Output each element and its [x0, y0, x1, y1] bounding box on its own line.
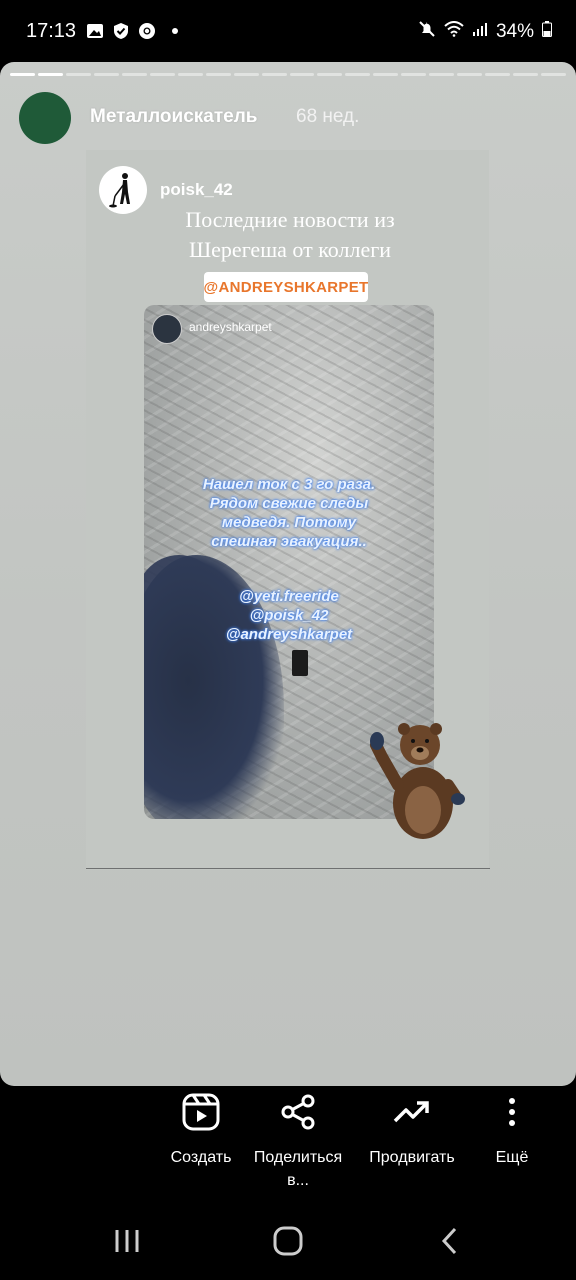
account-name[interactable]: Металлоискатель [90, 106, 257, 128]
shared-user-avatar[interactable] [99, 166, 147, 214]
progress-segment [457, 73, 483, 76]
back-icon [441, 1227, 457, 1255]
notification-icons [86, 22, 178, 40]
inner-tag: @yeti.freeride [239, 588, 339, 605]
reels-icon [182, 1093, 220, 1131]
inner-user-avatar [152, 314, 182, 344]
mention-sticker[interactable]: @ANDREYSHKARPET [204, 272, 368, 302]
share-icon [281, 1094, 315, 1130]
clock: 17:13 [26, 20, 77, 42]
progress-segment [317, 73, 343, 76]
progress-segment [121, 73, 147, 76]
more-button[interactable]: Ещё [480, 1086, 544, 1169]
recent-apps-icon [115, 1230, 139, 1252]
progress-segment [37, 73, 63, 76]
divider [86, 868, 490, 869]
story-actions: Создать Поделиться в... Продвигать Ещё [0, 1086, 576, 1206]
create-button[interactable]: Создать [160, 1086, 242, 1169]
shared-username[interactable]: poisk_42 [160, 180, 233, 200]
shared-caption: Последние новости из Шерегеша от коллеги [150, 205, 430, 265]
back-button[interactable] [438, 1226, 462, 1261]
more-notifications-dot [172, 28, 178, 34]
story-time: 68 нед. [296, 106, 360, 127]
battery-percent: 34% [495, 21, 534, 42]
progress-segment [485, 73, 511, 76]
more-label: Ещё [495, 1149, 529, 1166]
trending-icon [393, 1101, 429, 1123]
share-label-line1: Поделиться [253, 1149, 343, 1166]
progress-segment [10, 73, 35, 76]
inner-text-line: спешная эвакуация.. [211, 533, 367, 550]
progress-segment [429, 73, 455, 76]
caption-line: Шерегеша от коллеги [188, 237, 392, 262]
progress-segment [261, 73, 287, 76]
inner-story-tags: @yeti.freeride @poisk_42 @andreyshkarpet [164, 587, 414, 644]
inner-username: andreyshkarpet [189, 320, 272, 334]
wifi-icon [444, 21, 464, 43]
progress-segment [93, 73, 119, 76]
progress-segment [233, 73, 259, 76]
account-avatar[interactable] [19, 92, 71, 144]
more-vertical-icon [509, 1098, 515, 1126]
battery-icon [542, 21, 552, 43]
home-icon [273, 1226, 303, 1256]
recent-apps-button[interactable] [112, 1226, 142, 1261]
inner-text-line: Рядом свежие следы [209, 495, 369, 512]
signal-icon [472, 21, 488, 43]
inner-tag: @andreyshkarpet [225, 626, 353, 643]
inner-text-line: Нашел ток с 3 го раза. [202, 476, 376, 493]
system-nav-bar [0, 1206, 576, 1280]
status-bar: 17:13 34% [0, 0, 576, 62]
share-button[interactable]: Поделиться в... [244, 1086, 352, 1192]
create-label: Создать [170, 1149, 232, 1166]
progress-segment [513, 73, 539, 76]
progress-segment [65, 73, 91, 76]
shield-icon [112, 22, 130, 40]
caption-line: Последние новости из [185, 207, 395, 232]
status-icons: 34% [418, 20, 552, 44]
dark-object [292, 650, 308, 676]
progress-segment [541, 73, 567, 76]
progress-segment [149, 73, 175, 76]
progress-segment [401, 73, 427, 76]
gallery-icon [86, 22, 104, 40]
inner-tag: @poisk_42 [249, 607, 329, 624]
bear-sticker [370, 723, 465, 839]
progress-segment [205, 73, 231, 76]
mute-icon [418, 20, 436, 44]
mention-sticker-label: @ANDREYSHKARPET [203, 278, 369, 296]
promote-label: Продвигать [369, 1149, 455, 1166]
metal-detector-person-icon [109, 173, 130, 208]
story-progress [10, 73, 567, 76]
inner-story-text: Нашел ток с 3 го раза. Рядом свежие след… [164, 475, 414, 551]
share-label-line2: в... [287, 1172, 309, 1189]
share-label: Поделиться в... [244, 1146, 352, 1192]
progress-segment [373, 73, 399, 76]
promote-button[interactable]: Продвигать [358, 1086, 466, 1169]
progress-segment [345, 73, 371, 76]
home-button[interactable] [272, 1226, 304, 1261]
chrome-icon [138, 22, 156, 40]
inner-text-line: медведя. Потому [221, 514, 357, 531]
progress-segment [289, 73, 315, 76]
progress-segment [177, 73, 203, 76]
